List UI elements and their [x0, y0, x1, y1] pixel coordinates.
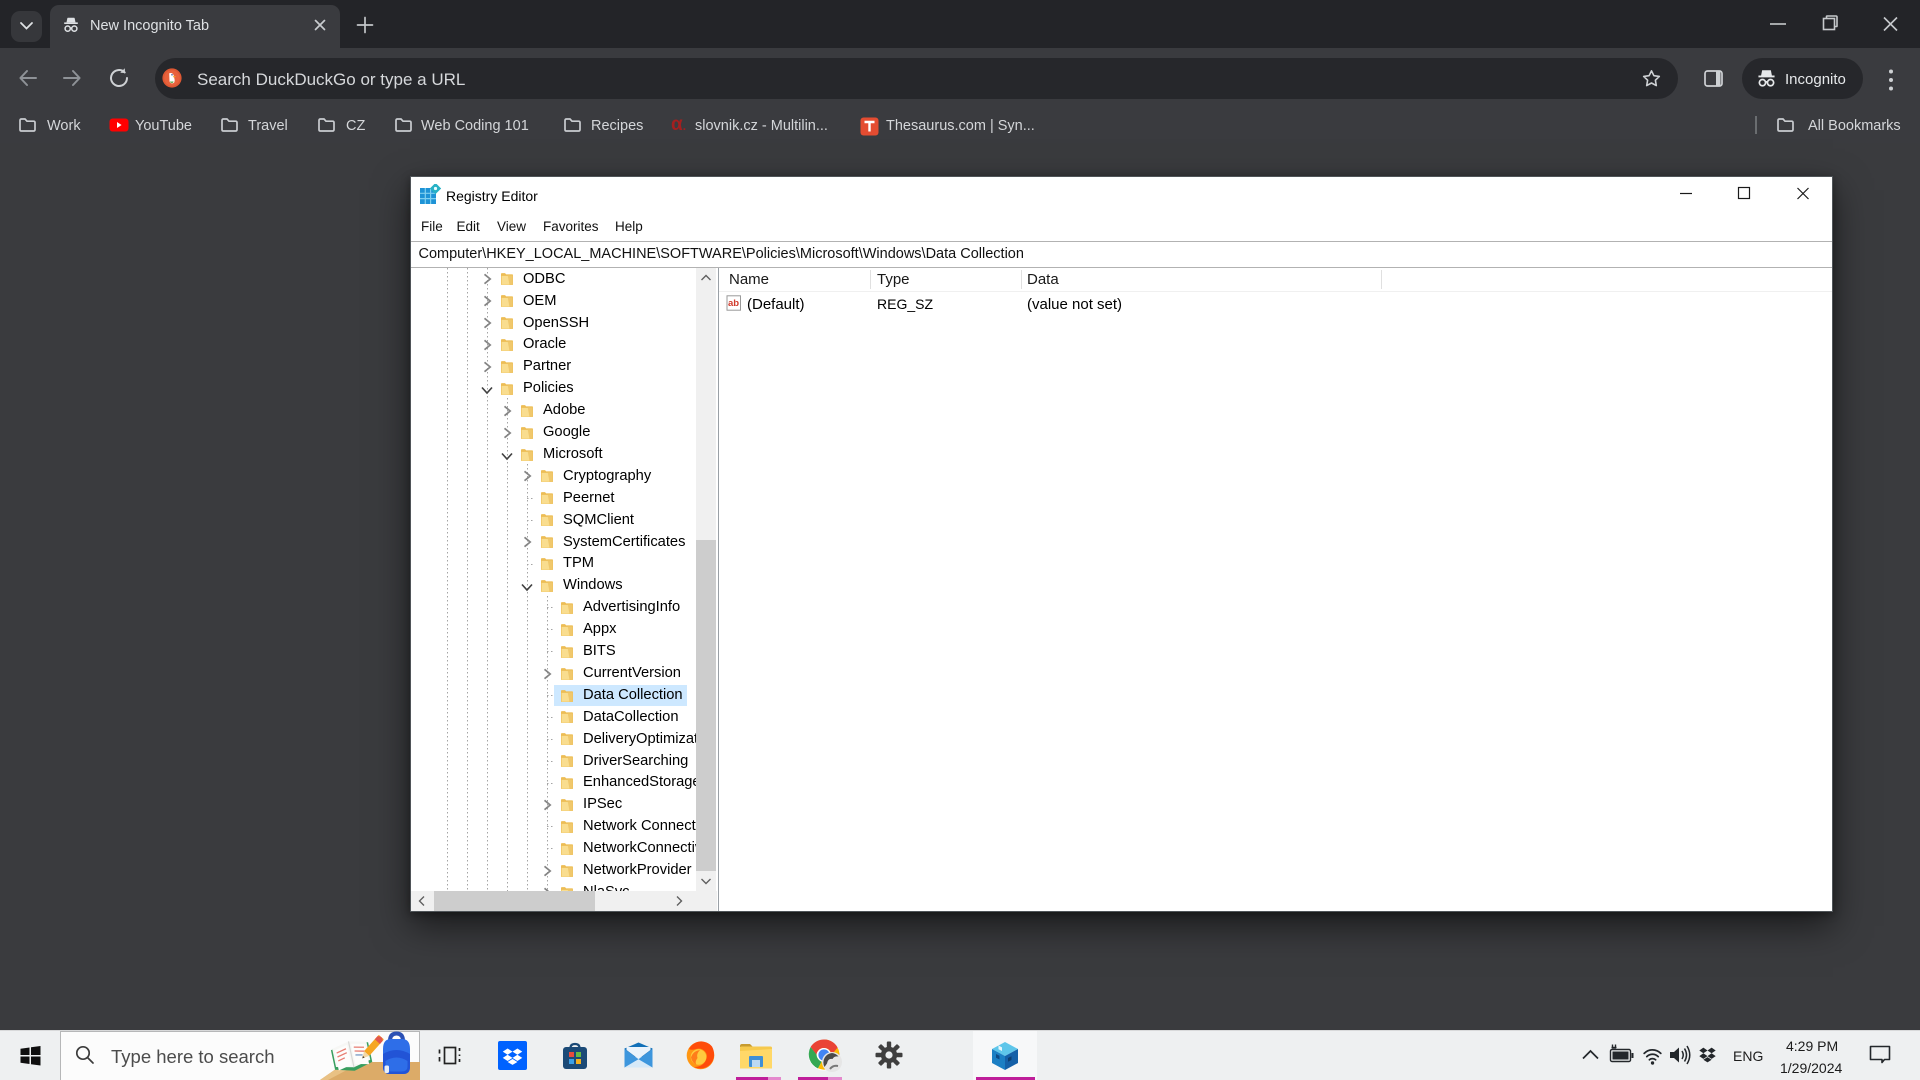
svg-text:ab: ab: [728, 298, 739, 309]
